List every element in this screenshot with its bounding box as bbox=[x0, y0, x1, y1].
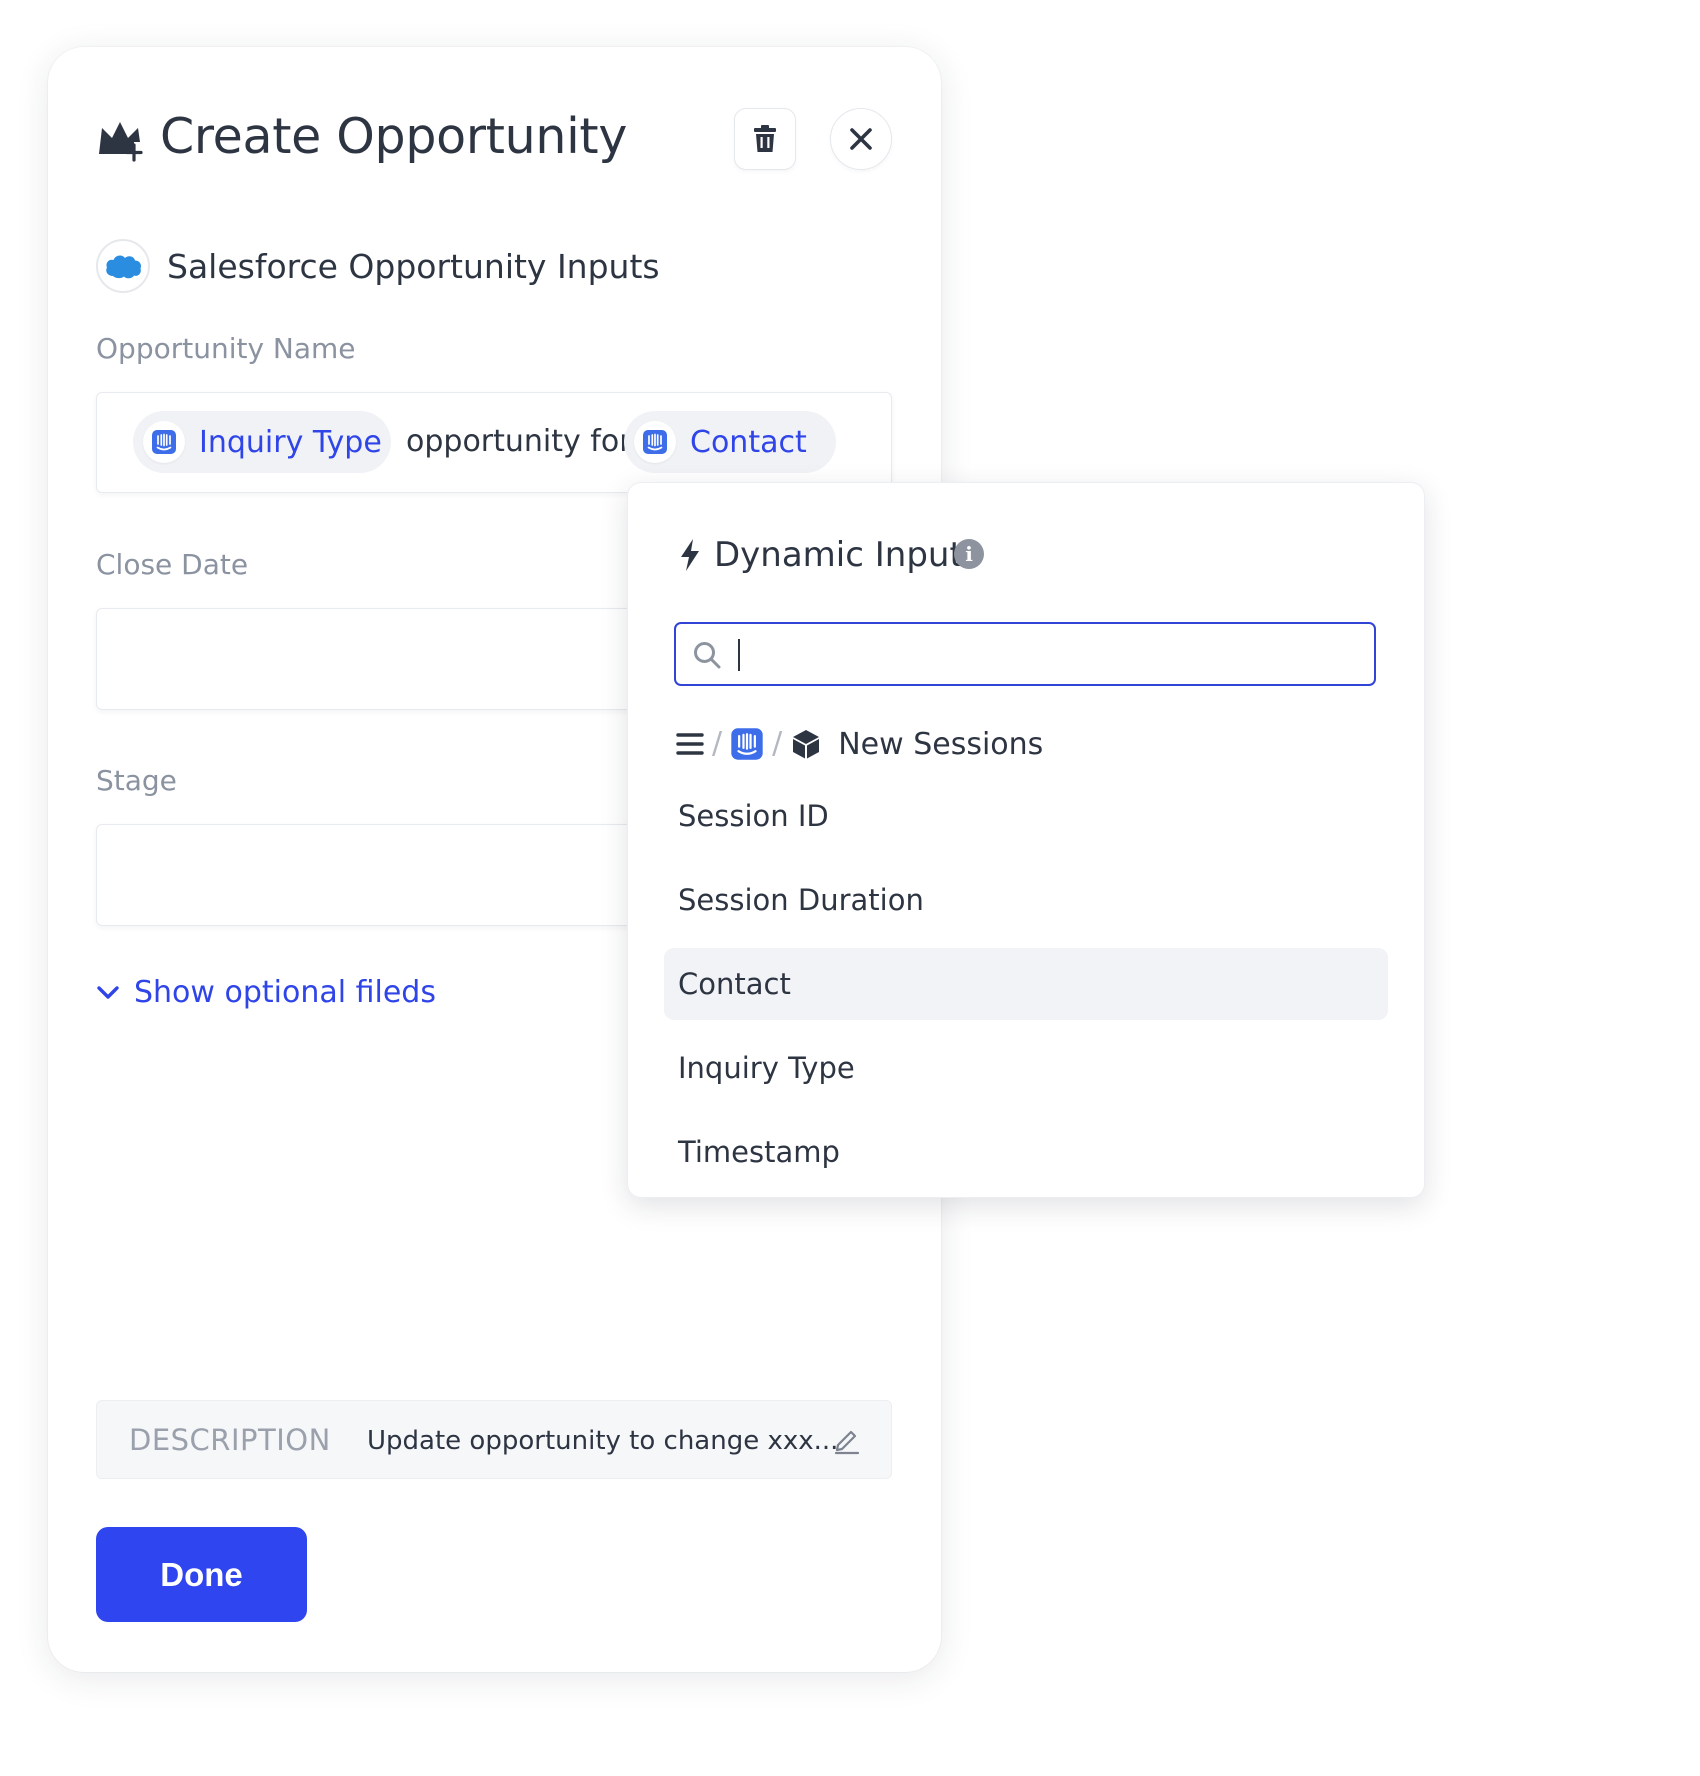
breadcrumb-separator: / bbox=[712, 726, 723, 761]
stage-label: Stage bbox=[96, 764, 177, 797]
close-button[interactable] bbox=[830, 108, 892, 170]
info-icon[interactable]: i bbox=[954, 539, 984, 569]
salesforce-logo bbox=[96, 239, 150, 293]
intercom-icon[interactable] bbox=[730, 727, 764, 761]
dropdown-item-inquiry-type[interactable]: Inquiry Type bbox=[664, 1032, 1388, 1104]
inquiry-type-token[interactable]: Inquiry Type bbox=[133, 411, 391, 473]
inquiry-type-token-label: Inquiry Type bbox=[199, 424, 382, 460]
pencil-edit-icon[interactable] bbox=[832, 1425, 862, 1455]
done-button[interactable]: Done bbox=[96, 1527, 307, 1622]
dropdown-breadcrumb: / / New Sessions bbox=[676, 724, 1043, 764]
close-date-label: Close Date bbox=[96, 548, 249, 581]
trash-icon bbox=[754, 125, 776, 152]
contact-token[interactable]: Contact bbox=[624, 411, 836, 473]
contact-token-label: Contact bbox=[690, 424, 807, 460]
dropdown-search-input[interactable] bbox=[736, 632, 1360, 678]
dropdown-item-session-id[interactable]: Session ID bbox=[664, 780, 1388, 852]
breadcrumb-current: New Sessions bbox=[838, 726, 1044, 762]
section-title: Salesforce Opportunity Inputs bbox=[167, 247, 660, 286]
text-cursor bbox=[738, 639, 740, 671]
dropdown-item-timestamp[interactable]: Timestamp bbox=[664, 1116, 1388, 1188]
opportunity-name-label: Opportunity Name bbox=[96, 332, 356, 365]
close-icon bbox=[850, 128, 872, 150]
cube-icon bbox=[793, 730, 820, 759]
dropdown-search-field[interactable] bbox=[674, 622, 1376, 686]
search-icon bbox=[694, 642, 721, 669]
breadcrumb-separator: / bbox=[772, 726, 783, 761]
dropdown-item-session-duration[interactable]: Session Duration bbox=[664, 864, 1388, 936]
opportunity-name-static-text: opportunity for bbox=[406, 424, 632, 459]
dropdown-title: Dynamic Input bbox=[714, 535, 963, 575]
description-bar: DESCRIPTION Update opportunity to change… bbox=[96, 1400, 892, 1479]
dynamic-input-dropdown: Dynamic Input i / / New Sessions Session… bbox=[627, 482, 1425, 1198]
show-optional-fields-toggle[interactable]: Show optional fileds bbox=[96, 975, 436, 1010]
delete-button[interactable] bbox=[734, 108, 796, 170]
menu-icon[interactable] bbox=[676, 731, 704, 757]
page-title: Create Opportunity bbox=[160, 108, 628, 165]
show-optional-fields-label: Show optional fileds bbox=[134, 975, 436, 1010]
chevron-down-icon bbox=[97, 985, 119, 999]
description-label: DESCRIPTION bbox=[129, 1423, 331, 1457]
crown-plus-icon bbox=[99, 122, 143, 162]
dropdown-item-contact[interactable]: Contact bbox=[664, 948, 1388, 1020]
description-text: Update opportunity to change xxx... bbox=[367, 1426, 839, 1456]
salesforce-cloud-icon bbox=[106, 255, 141, 279]
lightning-bolt-icon bbox=[681, 539, 699, 571]
intercom-icon bbox=[143, 421, 185, 463]
intercom-icon bbox=[634, 421, 676, 463]
